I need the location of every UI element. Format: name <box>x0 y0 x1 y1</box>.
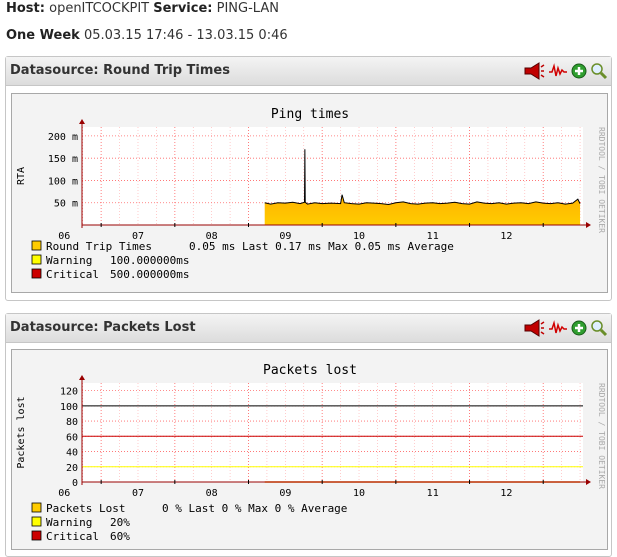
graph-wave-icon[interactable] <box>548 319 568 337</box>
service-label: Service: <box>153 1 213 16</box>
legend-stats: 100.000000ms <box>110 254 189 267</box>
legend-swatch <box>31 240 42 251</box>
legend-stats: 500.000000ms <box>110 268 189 281</box>
legend-swatch <box>31 516 42 527</box>
time-range-line: One Week 05.03.15 17:46 - 13.03.15 0:46 <box>6 28 288 43</box>
watermark: RRDTOOL / TOBI OETIKER <box>597 383 606 489</box>
y-tick-label: 40 <box>66 448 78 459</box>
x-tick-label: 06 <box>58 488 70 499</box>
x-tick-label: 07 <box>132 488 144 499</box>
x-axis-arrow <box>586 222 591 228</box>
chart-title: Ping times <box>271 107 349 122</box>
y-axis-label: RTA <box>16 167 27 185</box>
y-axis-arrow <box>79 375 85 380</box>
x-tick-label: 10 <box>353 488 365 499</box>
panel-toolbar <box>523 60 608 82</box>
y-tick-label: 200 m <box>48 132 78 143</box>
y-tick-label: 100 <box>60 402 78 413</box>
legend-stats: 0 % Last 0 % Max 0 % Average <box>162 502 347 515</box>
legend-swatch <box>31 268 42 279</box>
y-tick-label: 100 m <box>48 176 78 187</box>
legend-swatch <box>31 530 42 541</box>
panel-title: Datasource: Round Trip Times <box>10 63 230 78</box>
legend-label: Warning <box>46 254 92 267</box>
y-axis-label: Packets lost <box>16 396 27 468</box>
y-tick-label: 60 <box>66 432 78 443</box>
y-tick-label: 120 <box>60 387 78 398</box>
add-icon[interactable] <box>571 63 587 79</box>
chart-title: Packets lost <box>263 363 357 378</box>
panel-toolbar <box>523 317 608 339</box>
legend-stats: 20% <box>110 516 130 529</box>
legend-label: Packets Lost <box>46 502 125 515</box>
graph-packets-lost: Packets lost RRDTOOL / TOBI OETIKER Packet… <box>11 349 608 550</box>
panel-title: Datasource: Packets Lost <box>10 320 196 335</box>
x-tick-label: 12 <box>500 231 512 242</box>
x-axis-arrow <box>586 479 591 485</box>
legend-stats: 60% <box>110 530 130 543</box>
legend-label: Critical <box>46 530 99 543</box>
megaphone-icon[interactable] <box>523 319 545 337</box>
x-tick-label: 12 <box>500 488 512 499</box>
panel-header: Datasource: Packets Lost <box>6 314 611 343</box>
legend-label: Critical <box>46 268 99 281</box>
x-tick-label: 09 <box>279 488 291 499</box>
legend-label: Round Trip Times <box>46 240 152 253</box>
ping-times-chart: Ping timesRRDTOOL / TOBI OETIKERRTA06 07 0… <box>16 107 606 281</box>
legend-stats: 0.05 ms Last 0.17 ms Max 0.05 ms Average <box>189 240 454 253</box>
y-axis-arrow <box>79 119 85 124</box>
range-value: 05.03.15 17:46 - 13.03.15 0:46 <box>83 28 288 43</box>
x-tick-label: 08 <box>206 488 218 499</box>
y-tick-label: 50 m <box>54 199 78 210</box>
graph-ping-times: Ping times RRDTOOL / TOBI OETIKER RTA 06 07 0… <box>11 93 608 293</box>
packets-lost-chart: Packets lost RRDTOOL / TOBI OETIKER Packet… <box>16 363 606 543</box>
host-value: openITCOCKPIT <box>49 1 150 16</box>
legend-swatch <box>31 254 42 265</box>
y-tick-label: 150 m <box>48 154 78 165</box>
panel-header: Datasource: Round Trip Times <box>6 57 611 86</box>
panel-round-trip-times: Datasource: Round Trip Times Ping times R… <box>5 56 612 301</box>
host-service-line: Host: openITCOCKPIT Service: PING-LAN <box>6 1 279 16</box>
zoom-icon[interactable] <box>590 319 608 337</box>
range-label: One Week <box>6 28 80 43</box>
host-label: Host: <box>6 1 45 16</box>
add-icon[interactable] <box>571 320 587 336</box>
watermark: RRDTOOL / TOBI OETIKER <box>597 127 606 233</box>
service-value: PING-LAN <box>216 1 279 16</box>
legend-swatch <box>31 502 42 513</box>
y-tick-label: 80 <box>66 417 78 428</box>
megaphone-icon[interactable] <box>523 62 545 80</box>
x-tick-label: 11 <box>427 488 439 499</box>
graph-wave-icon[interactable] <box>548 62 568 80</box>
y-tick-label: 20 <box>66 463 78 474</box>
y-tick-label: 0 <box>72 478 78 489</box>
legend-label: Warning <box>46 516 92 529</box>
zoom-icon[interactable] <box>590 62 608 80</box>
panel-packets-lost: Datasource: Packets Lost Packets lost RRD… <box>5 313 612 557</box>
